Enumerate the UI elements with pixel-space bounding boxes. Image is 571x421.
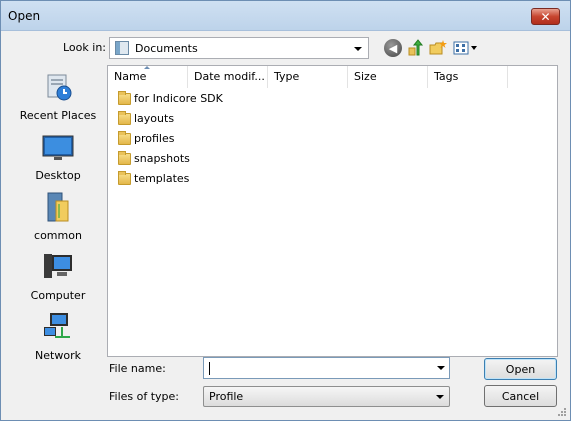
place-computer[interactable]: Computer	[11, 251, 105, 309]
chevron-down-icon	[354, 47, 362, 51]
look-in-dropdown[interactable]: Documents	[109, 37, 369, 59]
close-button[interactable]: ✕	[531, 8, 560, 25]
back-icon[interactable]: ◀	[384, 39, 402, 57]
column-size[interactable]: Size	[348, 66, 428, 88]
sort-ascending-icon	[144, 66, 150, 69]
recent-places-icon	[42, 71, 74, 103]
computer-icon	[42, 251, 74, 283]
place-network[interactable]: Network	[11, 311, 105, 369]
file-rows: for Indicore SDK layouts profiles snapsh…	[108, 90, 557, 190]
file-name: layouts	[134, 112, 175, 125]
files-of-type-value: Profile	[209, 390, 244, 403]
list-item[interactable]: layouts	[108, 110, 557, 130]
resize-grip-icon[interactable]	[556, 406, 567, 417]
chevron-down-icon	[436, 395, 444, 399]
new-folder-icon[interactable]	[429, 39, 447, 57]
file-list[interactable]: Name Date modif... Type Size Tags for In…	[107, 65, 558, 357]
chevron-down-icon[interactable]	[437, 366, 445, 370]
place-label: Recent Places	[19, 109, 97, 122]
list-item[interactable]: templates	[108, 170, 557, 190]
file-name-input[interactable]	[203, 357, 450, 379]
place-common[interactable]: common	[11, 191, 105, 249]
list-item[interactable]: snapshots	[108, 150, 557, 170]
common-folder-icon	[42, 191, 74, 223]
list-item[interactable]: for Indicore SDK	[108, 90, 557, 110]
window-title: Open	[8, 9, 41, 23]
documents-folder-icon	[115, 41, 129, 55]
place-label: common	[34, 229, 82, 242]
column-tags[interactable]: Tags	[428, 66, 508, 88]
up-one-level-icon[interactable]	[406, 39, 424, 57]
file-name-label: File name:	[109, 362, 166, 375]
folder-icon	[118, 171, 131, 185]
file-name: for Indicore SDK	[134, 92, 223, 105]
places-bar: Recent Places Desktop common Computer Ne…	[11, 63, 105, 362]
open-dialog: Open ✕ Look in: Documents ◀ Recent Place…	[0, 0, 571, 421]
place-label: Computer	[30, 289, 86, 302]
file-name: profiles	[134, 132, 175, 145]
file-name: snapshots	[134, 152, 190, 165]
place-recent-places[interactable]: Recent Places	[11, 71, 105, 129]
column-name[interactable]: Name	[108, 66, 188, 88]
desktop-icon	[42, 131, 74, 163]
open-button[interactable]: Open	[484, 358, 557, 380]
network-icon	[42, 311, 74, 343]
folder-icon	[118, 151, 131, 165]
folder-icon	[118, 111, 131, 125]
title-bar[interactable]: Open ✕	[1, 1, 570, 31]
look-in-value: Documents	[135, 42, 198, 55]
text-caret	[209, 362, 210, 375]
folder-icon	[118, 91, 131, 105]
place-desktop[interactable]: Desktop	[11, 131, 105, 189]
look-in-label: Look in:	[63, 41, 106, 54]
place-label: Desktop	[35, 169, 81, 182]
column-header-row: Name Date modif... Type Size Tags	[108, 66, 557, 88]
cancel-button[interactable]: Cancel	[484, 385, 557, 407]
files-of-type-label: Files of type:	[109, 390, 180, 403]
column-date-modified[interactable]: Date modif...	[188, 66, 268, 88]
place-label: Network	[35, 349, 81, 362]
column-type[interactable]: Type	[268, 66, 348, 88]
file-name: templates	[134, 172, 190, 185]
views-menu-icon[interactable]	[453, 39, 479, 57]
folder-icon	[118, 131, 131, 145]
files-of-type-select[interactable]: Profile	[203, 386, 450, 407]
list-item[interactable]: profiles	[108, 130, 557, 150]
